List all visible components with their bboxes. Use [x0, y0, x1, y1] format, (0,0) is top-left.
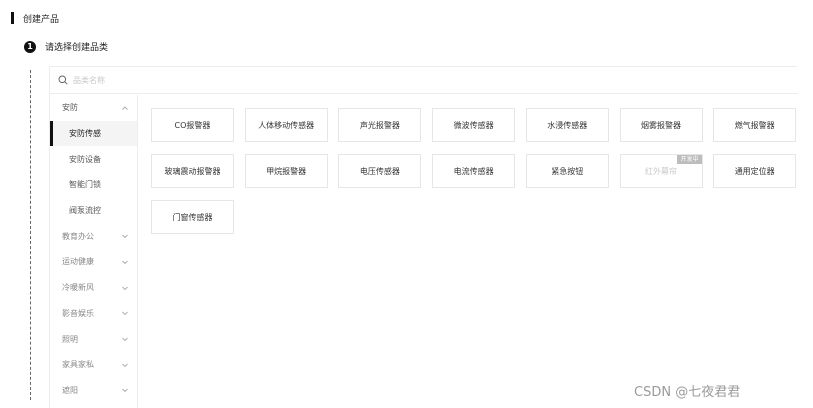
- product-label: 玻璃震动报警器: [164, 166, 221, 176]
- chevron-down-icon: [122, 337, 128, 342]
- subcategory-label: 安防传感: [69, 129, 101, 139]
- search-input[interactable]: [73, 75, 273, 85]
- product-card: 红外幕帘 开发中: [619, 154, 703, 188]
- product-card[interactable]: 紧急按钮: [525, 154, 609, 188]
- category-label: 运动健康: [62, 257, 94, 267]
- product-label: 门窗传感器: [172, 212, 213, 222]
- category-label: 照明: [62, 334, 78, 344]
- step-label: 请选择创建品类: [45, 43, 109, 53]
- product-label: 甲烷报警器: [266, 166, 307, 176]
- category-item[interactable]: 遮阳: [50, 378, 137, 404]
- product-label: 通用定位器: [734, 166, 775, 176]
- category-label: 影音娱乐: [62, 308, 94, 318]
- product-label: 燃气报警器: [734, 120, 775, 130]
- subcategory-item[interactable]: 安防设备: [50, 146, 137, 172]
- product-card[interactable]: 电压传感器: [338, 154, 422, 188]
- product-card[interactable]: 烟雾报警器: [619, 108, 703, 142]
- product-label: 烟雾报警器: [641, 120, 681, 130]
- category-item[interactable]: 影音娱乐: [50, 301, 137, 327]
- product-card[interactable]: 燃气报警器: [713, 108, 797, 142]
- product-label: 水浸传感器: [547, 120, 588, 130]
- subcategory-label: 阀泵流控: [69, 206, 101, 216]
- product-label: 紧急按钮: [551, 166, 584, 176]
- category-item[interactable]: 家具家私: [50, 352, 137, 378]
- subcategory-item[interactable]: 智能门锁: [50, 172, 137, 198]
- product-card[interactable]: 甲烷报警器: [244, 154, 328, 188]
- subcategory-item[interactable]: 阀泵流控: [50, 198, 137, 224]
- subcategory-label: 安防设备: [69, 154, 101, 164]
- product-card[interactable]: 玻璃震动报警器: [151, 154, 234, 188]
- product-label: 电流传感器: [453, 166, 494, 176]
- chevron-down-icon: [122, 363, 128, 367]
- step-number-badge: 1: [24, 40, 36, 53]
- product-label: CO报警器: [174, 120, 211, 130]
- step-indicator: 1 请选择创建品类: [24, 40, 108, 53]
- watermark: CSDN @七夜君君: [634, 385, 741, 400]
- chevron-down-icon: [122, 234, 128, 239]
- status-badge: 开发中: [677, 155, 702, 164]
- chevron-down-icon: [122, 286, 128, 290]
- category-label: 教育办公: [62, 231, 94, 241]
- chevron-down-icon: [122, 312, 128, 316]
- category-label: 冷暖新风: [62, 283, 94, 293]
- category-item-security[interactable]: 安防: [50, 95, 137, 121]
- product-label: 人体移动传感器: [258, 120, 315, 130]
- product-label: 声光报警器: [359, 120, 400, 130]
- product-card[interactable]: 通用定位器: [713, 154, 797, 188]
- category-label: 安防: [62, 103, 78, 113]
- product-card[interactable]: 门窗传感器: [151, 200, 234, 234]
- product-card[interactable]: 水浸传感器: [525, 108, 609, 142]
- product-label: 电压传感器: [359, 166, 400, 176]
- product-card[interactable]: 人体移动传感器: [244, 108, 328, 142]
- category-item[interactable]: 教育办公: [50, 223, 137, 249]
- chevron-down-icon: [122, 389, 128, 393]
- product-card[interactable]: CO报警器: [151, 108, 234, 142]
- category-item[interactable]: 冷暖新风: [50, 275, 137, 301]
- category-label: 家具家私: [62, 360, 94, 370]
- subcategory-item[interactable]: 安防传感: [50, 120, 137, 147]
- search-icon: [58, 75, 68, 85]
- product-card[interactable]: 微波传感器: [432, 108, 516, 142]
- product-card[interactable]: 声光报警器: [338, 108, 422, 142]
- chevron-up-icon: [122, 106, 128, 110]
- product-label: 红外幕帘: [645, 166, 677, 176]
- step-connector-line: [30, 70, 31, 400]
- category-panel: 安防安防传感安防设备智能门锁阀泵流控教育办公运动健康冷暖新风影音娱乐照明家具家私…: [49, 66, 798, 408]
- product-label: 微波传感器: [453, 120, 494, 130]
- title-marker: [11, 12, 14, 24]
- subcategory-label: 智能门锁: [69, 180, 101, 190]
- category-item[interactable]: 运动健康: [50, 249, 137, 275]
- product-card[interactable]: 电流传感器: [432, 154, 516, 188]
- chevron-down-icon: [122, 260, 128, 265]
- search-bar[interactable]: [50, 67, 798, 94]
- page-header: 创建产品: [11, 11, 59, 25]
- page-title: 创建产品: [23, 14, 60, 25]
- category-sidebar: 安防安防传感安防设备智能门锁阀泵流控教育办公运动健康冷暖新风影音娱乐照明家具家私…: [50, 95, 138, 408]
- category-item[interactable]: 照明: [50, 326, 137, 352]
- category-label: 遮阳: [62, 385, 78, 395]
